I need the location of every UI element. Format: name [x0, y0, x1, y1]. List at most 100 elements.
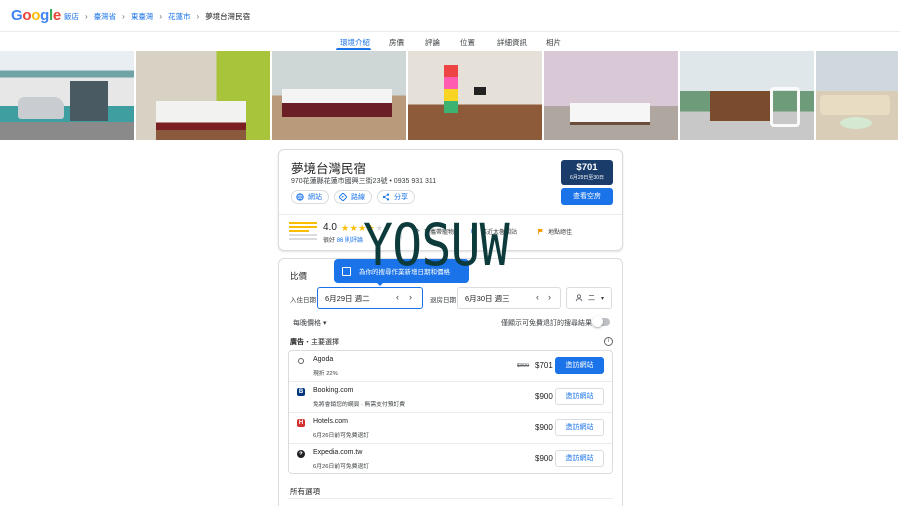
amenity-location-label: 地點絕佳 — [548, 230, 573, 236]
offer-sub: 6月26日前可免費退訂 — [313, 464, 370, 470]
chevron-right-icon[interactable]: › — [409, 292, 412, 302]
price-dates: 6月29日至30日 — [570, 175, 604, 181]
checkin-label: 入住日期 — [290, 297, 316, 304]
breadcrumb-city[interactable]: 花蓮市 — [168, 11, 191, 22]
rating-score: 4.0 — [323, 222, 337, 233]
flag-icon — [537, 228, 543, 235]
share-chip-label: 分享 — [394, 194, 408, 201]
website-chip-label: 網站 — [308, 194, 322, 201]
offer-price: $900 — [535, 454, 553, 463]
watermark: YOSUW — [363, 211, 510, 279]
ads-label: 廣告・主要選擇 — [290, 337, 339, 347]
hotel-name: 夢境台灣民宿 — [291, 162, 367, 176]
reviews-link[interactable]: 86 則評論 — [337, 238, 363, 244]
top-bar: Google 飯店 › 臺灣省 › 東臺灣 › 花蓮市 › 夢境台灣民宿 — [0, 0, 900, 32]
photo-exterior[interactable] — [0, 51, 134, 140]
tab-location[interactable]: 位置 — [460, 37, 475, 48]
breadcrumb-region[interactable]: 東臺灣 — [131, 11, 154, 22]
photo-room-2[interactable] — [272, 51, 406, 140]
share-icon — [382, 193, 390, 201]
globe-icon — [296, 193, 304, 201]
guests-value: 二 — [588, 295, 595, 302]
photo-room-1[interactable] — [136, 51, 270, 140]
price-box[interactable]: $701 6月29日至30日 — [561, 160, 613, 185]
directions-chip[interactable]: 路線 — [334, 190, 372, 204]
free-cancel-label: 僅顯示可免費退訂的搜尋結果 — [501, 320, 592, 327]
offer-old-price: $899 — [517, 363, 530, 369]
tab-details[interactable]: 詳細資訊 — [497, 37, 527, 48]
offer-sub: 現折 22% — [313, 371, 338, 377]
photo-dining[interactable] — [680, 51, 814, 140]
compare-prices-card: 比價 入住日期 6月29日 週二 ‹ › 退房日期 6月30日 週三 ‹ › 二… — [278, 258, 623, 506]
tab-reviews[interactable]: 評論 — [425, 37, 440, 48]
checkout-label: 退房日期 — [430, 297, 456, 304]
photo-strip — [0, 51, 900, 140]
offer-row[interactable]: B Booking.com 免將會銷您的網頁 · 無需支付預訂費 $900 造訪… — [289, 382, 612, 413]
tab-prices[interactable]: 房價 — [389, 37, 404, 48]
dropdown-arrow-icon: ▾ — [601, 295, 605, 302]
checkin-field[interactable]: 6月29日 週二 ‹ › — [317, 287, 423, 309]
nightly-price-dropdown[interactable]: 每晚價格 ▾ — [293, 318, 326, 328]
breadcrumb: 飯店 › 臺灣省 › 東臺灣 › 花蓮市 › 夢境台灣民宿 — [64, 11, 250, 22]
checkout-field[interactable]: 6月30日 週三 ‹ › — [457, 287, 561, 309]
check-availability-button[interactable]: 查看空房 — [561, 188, 613, 205]
photo-living-2[interactable] — [816, 51, 898, 140]
photo-room-3[interactable] — [544, 51, 678, 140]
visit-site-button[interactable]: 造訪網站 — [555, 357, 604, 374]
lowest-price: $701 — [576, 162, 598, 173]
ads-suffix: ・主要選擇 — [304, 339, 339, 346]
tooltip-pointer — [376, 282, 384, 286]
expedia-logo-icon: ✈ — [297, 450, 305, 458]
chevron-right-icon: › — [196, 12, 200, 21]
offer-row[interactable]: Agoda 現折 22% $899 $701 造訪網站 — [289, 351, 612, 382]
offer-name: Hotels.com — [313, 418, 349, 425]
offer-price: $900 — [535, 392, 553, 401]
all-options-label: 所有選項 — [290, 487, 320, 496]
photo-living-1[interactable] — [408, 51, 542, 140]
directions-icon — [339, 193, 347, 201]
google-logo[interactable]: Google — [11, 7, 61, 24]
offer-price: $900 — [535, 423, 553, 432]
calendar-icon — [342, 266, 351, 276]
breadcrumb-current: 夢境台灣民宿 — [205, 12, 251, 21]
visit-site-button[interactable]: 造訪網站 — [555, 450, 604, 467]
offer-sub: 免將會銷您的網頁 · 無需支付預訂費 — [313, 402, 406, 408]
visit-site-button[interactable]: 造訪網站 — [555, 388, 604, 405]
hotels-logo-icon: H — [297, 419, 305, 427]
chevron-right-icon[interactable]: › — [548, 292, 551, 302]
breadcrumb-hotels[interactable]: 飯店 — [64, 11, 79, 22]
chevron-down-icon: ▾ — [322, 320, 327, 327]
tab-overview[interactable]: 環境介紹 — [340, 37, 370, 48]
offer-price: $701 — [535, 361, 553, 370]
rating-histogram[interactable] — [289, 222, 317, 240]
offer-row[interactable]: ✈ Expedia.com.tw 6月26日前可免費退訂 $900 造訪網站 — [289, 444, 612, 475]
free-cancel-toggle[interactable] — [592, 316, 610, 327]
guests-select[interactable]: 二 ▾ — [566, 287, 612, 309]
booking-logo-icon: B — [297, 388, 305, 396]
offer-row[interactable]: H Hotels.com 6月26日前可免費退訂 $900 造訪網站 — [289, 413, 612, 444]
tab-photos[interactable]: 相片 — [546, 37, 561, 48]
checkout-value: 6月30日 週三 — [465, 293, 510, 303]
checkin-value: 6月29日 週二 — [325, 293, 370, 303]
rating-summary: 很好 86 則評論 — [323, 235, 363, 244]
amenity-location: 地點絕佳 — [537, 227, 572, 236]
share-chip[interactable]: 分享 — [377, 190, 415, 204]
chevron-left-icon[interactable]: ‹ — [536, 292, 539, 302]
nightly-price-label: 每晚價格 — [293, 320, 321, 327]
chevron-right-icon: › — [85, 12, 88, 21]
rating-word: 很好 — [323, 238, 336, 244]
action-chips: 網站 路線 分享 — [291, 190, 415, 204]
divider — [288, 498, 613, 499]
website-chip[interactable]: 網站 — [291, 190, 329, 204]
offer-name: Booking.com — [313, 387, 354, 394]
compare-prices-title: 比價 — [290, 271, 308, 281]
breadcrumb-province[interactable]: 臺灣省 — [94, 11, 117, 22]
chevron-right-icon: › — [159, 12, 163, 21]
info-icon[interactable]: i — [604, 337, 613, 346]
visit-site-button[interactable]: 造訪網站 — [555, 419, 604, 436]
offers-list: Agoda 現折 22% $899 $701 造訪網站 B Booking.co… — [288, 350, 613, 474]
chevron-right-icon: › — [122, 12, 125, 21]
chevron-left-icon[interactable]: ‹ — [396, 292, 399, 302]
agoda-logo-icon — [298, 358, 304, 364]
section-tabs: 環境介紹 房價 評論 位置 詳細資訊 相片 — [0, 34, 900, 50]
